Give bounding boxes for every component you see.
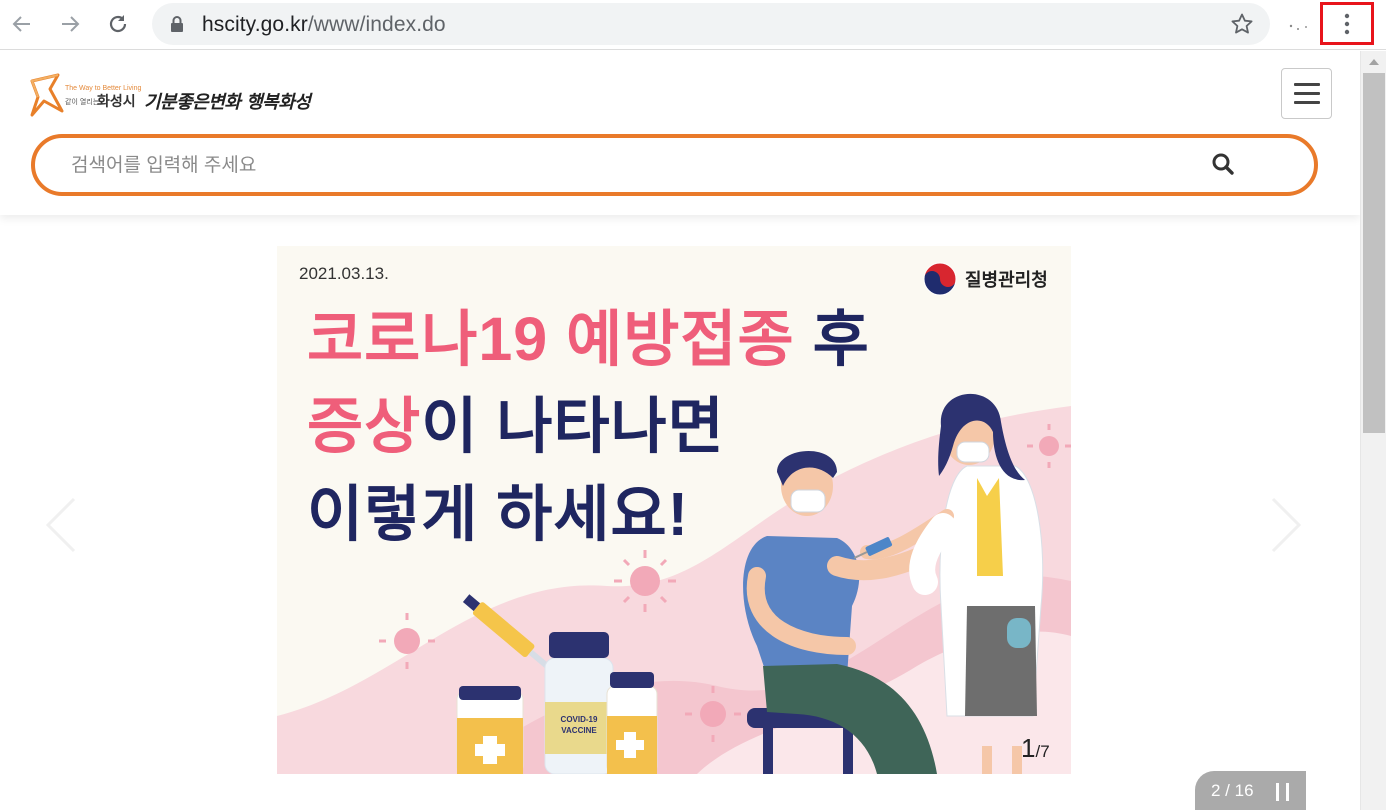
pause-icon[interactable] xyxy=(1274,783,1292,801)
back-button[interactable] xyxy=(4,6,40,42)
slide-date: 2021.03.13. xyxy=(299,264,389,283)
forward-button[interactable] xyxy=(52,6,88,42)
site-logo[interactable]: The Way to Better Living 같이 열리는 화성시 기분좋은… xyxy=(28,71,311,119)
logo-city-small: 같이 열리는 xyxy=(65,99,100,106)
reload-icon xyxy=(109,15,127,33)
address-bar[interactable]: hscity.go.kr/www/index.do xyxy=(152,3,1270,45)
search-input[interactable] xyxy=(71,152,1171,180)
slide-inner-counter: 1/7 xyxy=(1021,733,1050,763)
logo-slogan: 기분좋은변화 행복화성 xyxy=(144,92,311,113)
logo-star-icon xyxy=(30,73,64,117)
agency-name: 질병관리청 xyxy=(965,270,1048,290)
carousel-page-indicator: 2 / 16 xyxy=(1211,781,1254,800)
scrollbar-thumb[interactable] xyxy=(1363,73,1385,433)
site-menu-button[interactable] xyxy=(1281,68,1332,119)
hamburger-icon xyxy=(1293,83,1320,86)
headline-line-2: 증상이 나타나면 xyxy=(307,392,725,460)
main-carousel: COVID-19 VACCINE 2021.03.13. 질병관리청 코로나19… xyxy=(0,215,1360,810)
search-icon[interactable] xyxy=(1211,152,1235,176)
scroll-up-arrow-icon[interactable] xyxy=(1369,59,1379,65)
more-vert-icon xyxy=(1344,13,1350,34)
logo-city-name: 화성시 xyxy=(97,93,136,109)
page-viewport: The Way to Better Living 같이 열리는 화성시 기분좋은… xyxy=(0,51,1360,810)
carousel-slide[interactable]: COVID-19 VACCINE 2021.03.13. 질병관리청 코로나19… xyxy=(277,246,1071,774)
url-text: hscity.go.kr/www/index.do xyxy=(202,13,446,36)
vaccine-label-line2: VACCINE xyxy=(561,726,597,735)
agency-logo: 질병관리청 xyxy=(923,262,1048,296)
browser-toolbar: hscity.go.kr/www/index.do xyxy=(0,0,1386,50)
carousel-prev-arrow-icon[interactable] xyxy=(42,495,82,555)
headline-line-3: 이렇게 하세요! xyxy=(307,480,689,548)
page-scrollbar[interactable] xyxy=(1360,51,1386,810)
carousel-pager: 2 / 16 xyxy=(1195,771,1306,810)
search-bar xyxy=(31,134,1318,196)
forward-icon xyxy=(62,16,80,32)
taegeuk-emblem-icon xyxy=(923,262,957,296)
site-header: The Way to Better Living 같이 열리는 화성시 기분좋은… xyxy=(0,51,1360,215)
reload-button[interactable] xyxy=(100,6,136,42)
vaccine-label-line1: COVID-19 xyxy=(561,715,598,724)
browser-menu-button[interactable] xyxy=(1320,2,1374,45)
bookmark-star-icon[interactable] xyxy=(1230,12,1254,36)
back-icon xyxy=(12,16,30,32)
headline-line-1: 코로나19 예방접종 후 xyxy=(307,305,870,373)
extension-icon[interactable] xyxy=(1286,14,1316,38)
carousel-next-arrow-icon[interactable] xyxy=(1265,495,1305,555)
lock-icon xyxy=(171,16,183,32)
